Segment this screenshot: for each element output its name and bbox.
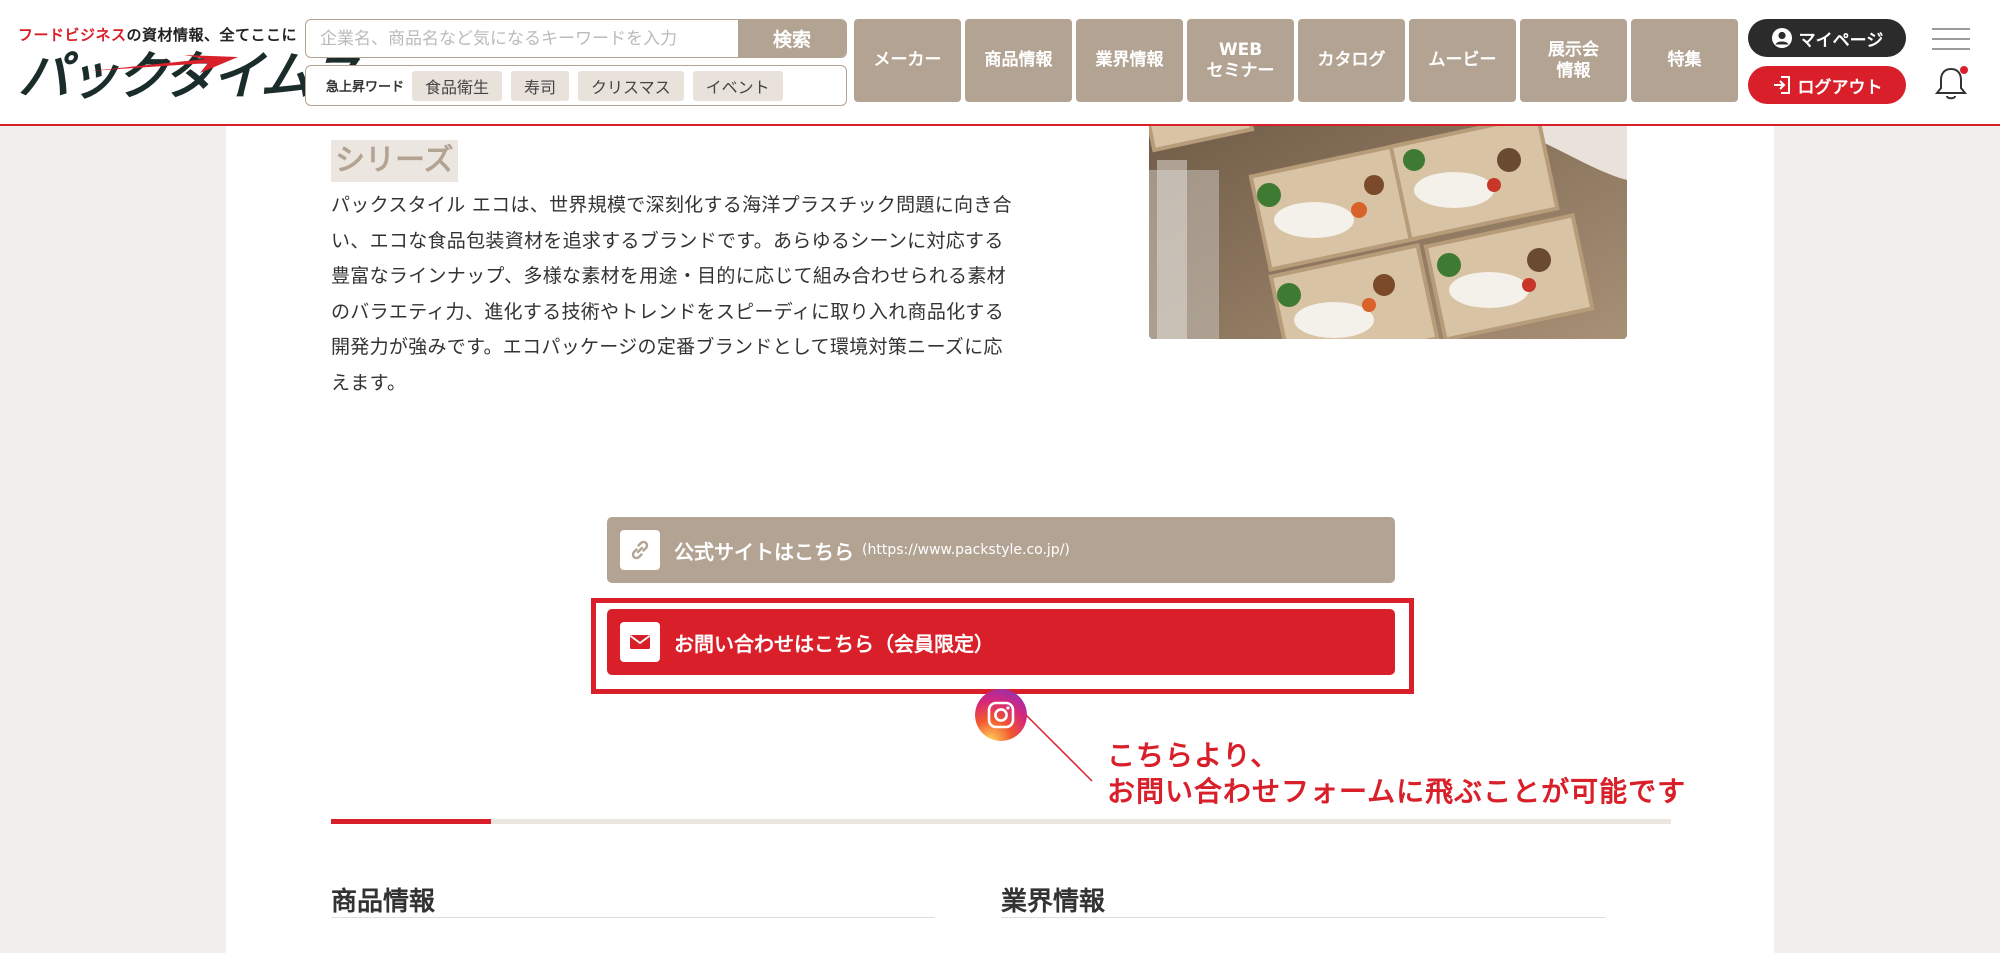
logo-swoosh-icon bbox=[90, 55, 238, 73]
hamburger-menu-icon[interactable] bbox=[1932, 28, 1970, 54]
bento-boxes-photo bbox=[1149, 100, 1627, 339]
bell-icon[interactable] bbox=[1933, 64, 1969, 102]
trending-tag-food-hygiene[interactable]: 食品衛生 bbox=[412, 70, 503, 101]
nav-item-catalog[interactable]: カタログ bbox=[1298, 19, 1405, 102]
envelope-icon bbox=[620, 622, 660, 662]
footer-rule-right bbox=[1001, 917, 1605, 918]
official-site-url: (https://www.packstyle.co.jp/) bbox=[862, 542, 1070, 558]
search-bar: 検索 bbox=[305, 19, 847, 58]
trending-tag-sushi[interactable]: 寿司 bbox=[511, 70, 570, 101]
callout-pointer-line bbox=[1025, 714, 1093, 782]
brand-description-line: 開発力が強みです。エコパッケージの定番ブランドとして環境対策ニーズに応 bbox=[331, 336, 1003, 358]
logo-tagline-rest: の資材情報、全てここに bbox=[126, 26, 298, 44]
logo-tagline: フードビジネスの資材情報、全てここに bbox=[18, 24, 297, 45]
tab-divider-active bbox=[331, 819, 491, 824]
official-site-label: 公式サイトはこちら bbox=[674, 539, 854, 564]
nav-item-industry[interactable]: 業界情報 bbox=[1076, 19, 1183, 102]
logo-tagline-accent: フードビジネス bbox=[18, 26, 127, 44]
search-button[interactable]: 検索 bbox=[738, 20, 846, 57]
link-icon bbox=[620, 530, 660, 570]
brand-description: パックスタイル エコは、世界規模で深刻化する海洋プラスチック問題に向き合 い、エ… bbox=[331, 188, 1051, 401]
contact-button[interactable]: お問い合わせはこちら（会員限定） bbox=[607, 609, 1395, 675]
callout-annotation: こちらより、 お問い合わせフォームに飛ぶことが可能です bbox=[1107, 738, 1686, 810]
nav-item-maker[interactable]: メーカー bbox=[854, 19, 961, 102]
logout-label: ログアウト bbox=[1797, 77, 1883, 98]
nav-item-feature[interactable]: 特集 bbox=[1631, 19, 1738, 102]
search-input[interactable] bbox=[306, 20, 738, 57]
nav-item-products[interactable]: 商品情報 bbox=[965, 19, 1072, 102]
nav-item-web-seminar[interactable]: WEB セミナー bbox=[1187, 19, 1294, 102]
mypage-label: マイページ bbox=[1798, 30, 1884, 51]
brand-description-line: 豊富なラインナップ、多様な素材を用途・目的に応じて組み合わせられる素材 bbox=[331, 265, 1006, 287]
contact-label: お問い合わせはこちら（会員限定） bbox=[674, 631, 994, 656]
official-site-button[interactable]: 公式サイトはこちら (https://www.packstyle.co.jp/) bbox=[607, 517, 1395, 583]
main-nav: メーカー 商品情報 業界情報 WEB セミナー カタログ ムービー 展示会 情報… bbox=[854, 19, 1742, 102]
site-header: フードビジネスの資材情報、全てここに パックタイムス 検索 急上昇ワード 食品衛… bbox=[0, 0, 2000, 126]
logo-wordmark: パックタイムス bbox=[18, 49, 361, 105]
nav-item-exhibition[interactable]: 展示会 情報 bbox=[1520, 19, 1627, 102]
tab-divider bbox=[331, 819, 1671, 824]
footer-heading-products[interactable]: 商品情報 bbox=[331, 881, 435, 918]
brand-description-line: のバラエティ力、進化する技術やトレンドをスピーディに取り入れ商品化する bbox=[331, 300, 1005, 323]
callout-line-2: お問い合わせフォームに飛ぶことが可能です bbox=[1107, 775, 1687, 808]
footer-rule-left bbox=[331, 917, 935, 918]
trending-tag-christmas[interactable]: クリスマス bbox=[578, 70, 684, 101]
callout-line-1: こちらより、 bbox=[1107, 739, 1280, 772]
trending-label: 急上昇ワード bbox=[326, 80, 405, 95]
nav-item-movie[interactable]: ムービー bbox=[1409, 19, 1516, 102]
logout-icon bbox=[1772, 75, 1792, 95]
brand-description-line: えます。 bbox=[331, 371, 407, 394]
section-heading: シリーズ bbox=[331, 139, 458, 182]
user-circle-icon bbox=[1771, 27, 1793, 49]
brand-description-line: パックスタイル エコは、世界規模で深刻化する海洋プラスチック問題に向き合 bbox=[331, 194, 1012, 216]
logout-button[interactable]: ログアウト bbox=[1748, 66, 1906, 104]
mypage-button[interactable]: マイページ bbox=[1748, 19, 1906, 57]
trending-keywords: 急上昇ワード 食品衛生 寿司 クリスマス イベント bbox=[305, 65, 847, 106]
trending-tag-event[interactable]: イベント bbox=[692, 70, 783, 101]
site-logo[interactable]: フードビジネスの資材情報、全てここに パックタイムス bbox=[18, 24, 361, 105]
footer-heading-industry[interactable]: 業界情報 bbox=[1001, 881, 1105, 918]
instagram-icon[interactable] bbox=[975, 689, 1027, 741]
brand-description-line: い、エコな食品包装資材を追求するブランドです。あらゆるシーンに対応する bbox=[331, 229, 1004, 252]
